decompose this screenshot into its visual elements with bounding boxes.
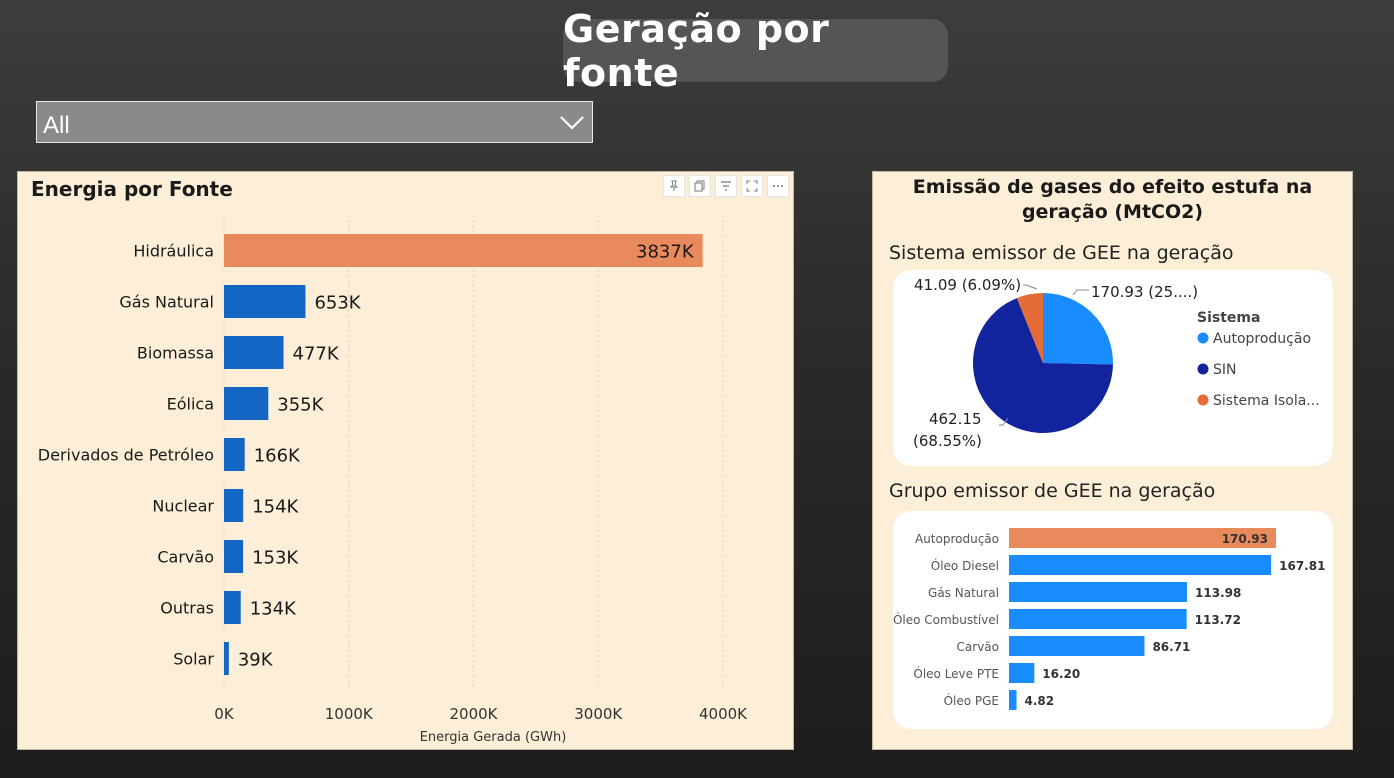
legend-marker[interactable] [1197, 332, 1209, 344]
group-data-label: 4.82 [1025, 694, 1055, 708]
bar-data-label: 154K [252, 497, 299, 518]
pie-data-label: 462.15 [929, 410, 982, 428]
energy-bar[interactable] [224, 336, 284, 369]
energy-bar[interactable] [224, 642, 229, 675]
energy-bar-chart: 0K 1000K 2000K 3000K 4000K Energia Gerada (GW… [38, 215, 748, 745]
group-category-label: Gás Natural [928, 586, 999, 600]
group-data-label: 167.81 [1279, 559, 1325, 573]
group-category-label: Óleo Leve PTE [913, 666, 999, 681]
y-category-label: Solar [173, 650, 214, 669]
x-tick-label: 4000K [699, 705, 748, 723]
y-category-label: Derivados de Petróleo [38, 446, 214, 465]
y-category-label: Gás Natural [119, 293, 214, 312]
y-category-label: Carvão [157, 548, 214, 567]
x-tick-label: 2000K [449, 705, 498, 723]
emissions-title-line1: Emissão de gases do efeito estufa na [912, 176, 1313, 198]
legend-label[interactable]: Sistema Isola... [1213, 393, 1320, 409]
bar-data-label: 166K [254, 446, 301, 467]
energy-bar[interactable] [224, 591, 241, 624]
group-category-label: Óleo Combustível [893, 612, 999, 627]
group-bar[interactable] [1009, 663, 1035, 683]
y-category-label: Outras [160, 599, 214, 618]
group-bar[interactable] [1009, 555, 1272, 575]
group-bar[interactable] [1009, 582, 1188, 602]
group-data-label: 113.98 [1195, 586, 1241, 600]
bar-data-label: 653K [314, 293, 361, 314]
emission-system-pie-chart: 170.93 (25....) 462.15 (68.55%) 41.09 (6.09… [913, 276, 1320, 450]
group-bar[interactable] [1009, 609, 1187, 629]
legend-marker[interactable] [1197, 363, 1209, 375]
pie-data-label: 170.93 (25....) [1091, 283, 1198, 301]
group-category-label: Óleo PGE [944, 693, 999, 708]
group-bar-card: Autoprodução 170.93 Óleo Diesel 167.81 Gás N… [893, 511, 1333, 729]
bar-data-label: 477K [293, 344, 340, 365]
y-category-label: Hidráulica [133, 242, 214, 261]
energy-bar[interactable] [224, 489, 244, 522]
emission-group-bar-chart: Autoprodução 170.93 Óleo Diesel 167.81 Gás N… [893, 528, 1325, 710]
group-data-label: 113.72 [1195, 613, 1241, 627]
pie-slice[interactable] [1043, 293, 1113, 365]
legend-label[interactable]: Autoprodução [1213, 331, 1311, 347]
y-category-label: Nuclear [152, 497, 214, 516]
ghg-emissions-visual[interactable]: Emissão de gases do efeito estufa na ger… [872, 171, 1353, 750]
energy-bar[interactable] [224, 234, 703, 267]
page-title: Geração por fonte [563, 7, 948, 95]
chevron-down-icon[interactable] [558, 108, 586, 143]
group-category-label: Autoprodução [915, 532, 999, 546]
pie-data-label: 41.09 (6.09%) [914, 276, 1021, 294]
energy-bar[interactable] [224, 438, 245, 471]
bar-data-label: 355K [277, 395, 324, 416]
y-category-label: Biomassa [137, 344, 214, 363]
group-bar[interactable] [1009, 636, 1145, 656]
pie-data-label: (68.55%) [913, 432, 982, 450]
bar-data-label: 153K [252, 548, 299, 569]
emissions-title-line2: geração (MtCO2) [1021, 201, 1204, 223]
pie-card: 170.93 (25....) 462.15 (68.55%) 41.09 (6.09… [893, 270, 1333, 466]
source-filter-dropdown[interactable]: All [36, 101, 593, 143]
leader-line [1072, 289, 1089, 296]
dropdown-selected-value: All [43, 112, 70, 139]
energy-bar[interactable] [224, 540, 244, 573]
group-bar[interactable] [1009, 690, 1017, 710]
group-data-label: 16.20 [1042, 667, 1080, 681]
legend-label[interactable]: SIN [1213, 362, 1237, 378]
bar-data-label: 3837K [636, 242, 695, 263]
group-category-label: Óleo Diesel [931, 558, 999, 573]
bar-data-label: 39K [238, 650, 274, 671]
group-data-label: 86.71 [1152, 640, 1190, 654]
x-tick-label: 1000K [325, 705, 374, 723]
group-data-label: 170.93 [1222, 532, 1268, 546]
energy-by-source-visual[interactable]: Energia por Fonte 0K 1000K 2000K 3000K 4000K… [17, 171, 794, 750]
emissions-title: Emissão de gases do efeito estufa na ger… [873, 175, 1352, 225]
legend-marker[interactable] [1197, 394, 1209, 406]
group-category-label: Carvão [957, 640, 999, 654]
leader-line [1023, 284, 1038, 290]
x-tick-label: 0K [214, 705, 235, 723]
legend-title: Sistema [1197, 310, 1260, 326]
x-tick-label: 3000K [574, 705, 623, 723]
pie-section-title: Sistema emissor de GEE na geração [889, 242, 1234, 264]
x-axis-title: Energia Gerada (GWh) [420, 730, 567, 745]
energy-bar[interactable] [224, 387, 269, 420]
energy-bar[interactable] [224, 285, 306, 318]
bar-section-title: Grupo emissor de GEE na geração [889, 480, 1216, 502]
bar-data-label: 134K [250, 599, 297, 620]
y-category-label: Eólica [167, 395, 214, 414]
